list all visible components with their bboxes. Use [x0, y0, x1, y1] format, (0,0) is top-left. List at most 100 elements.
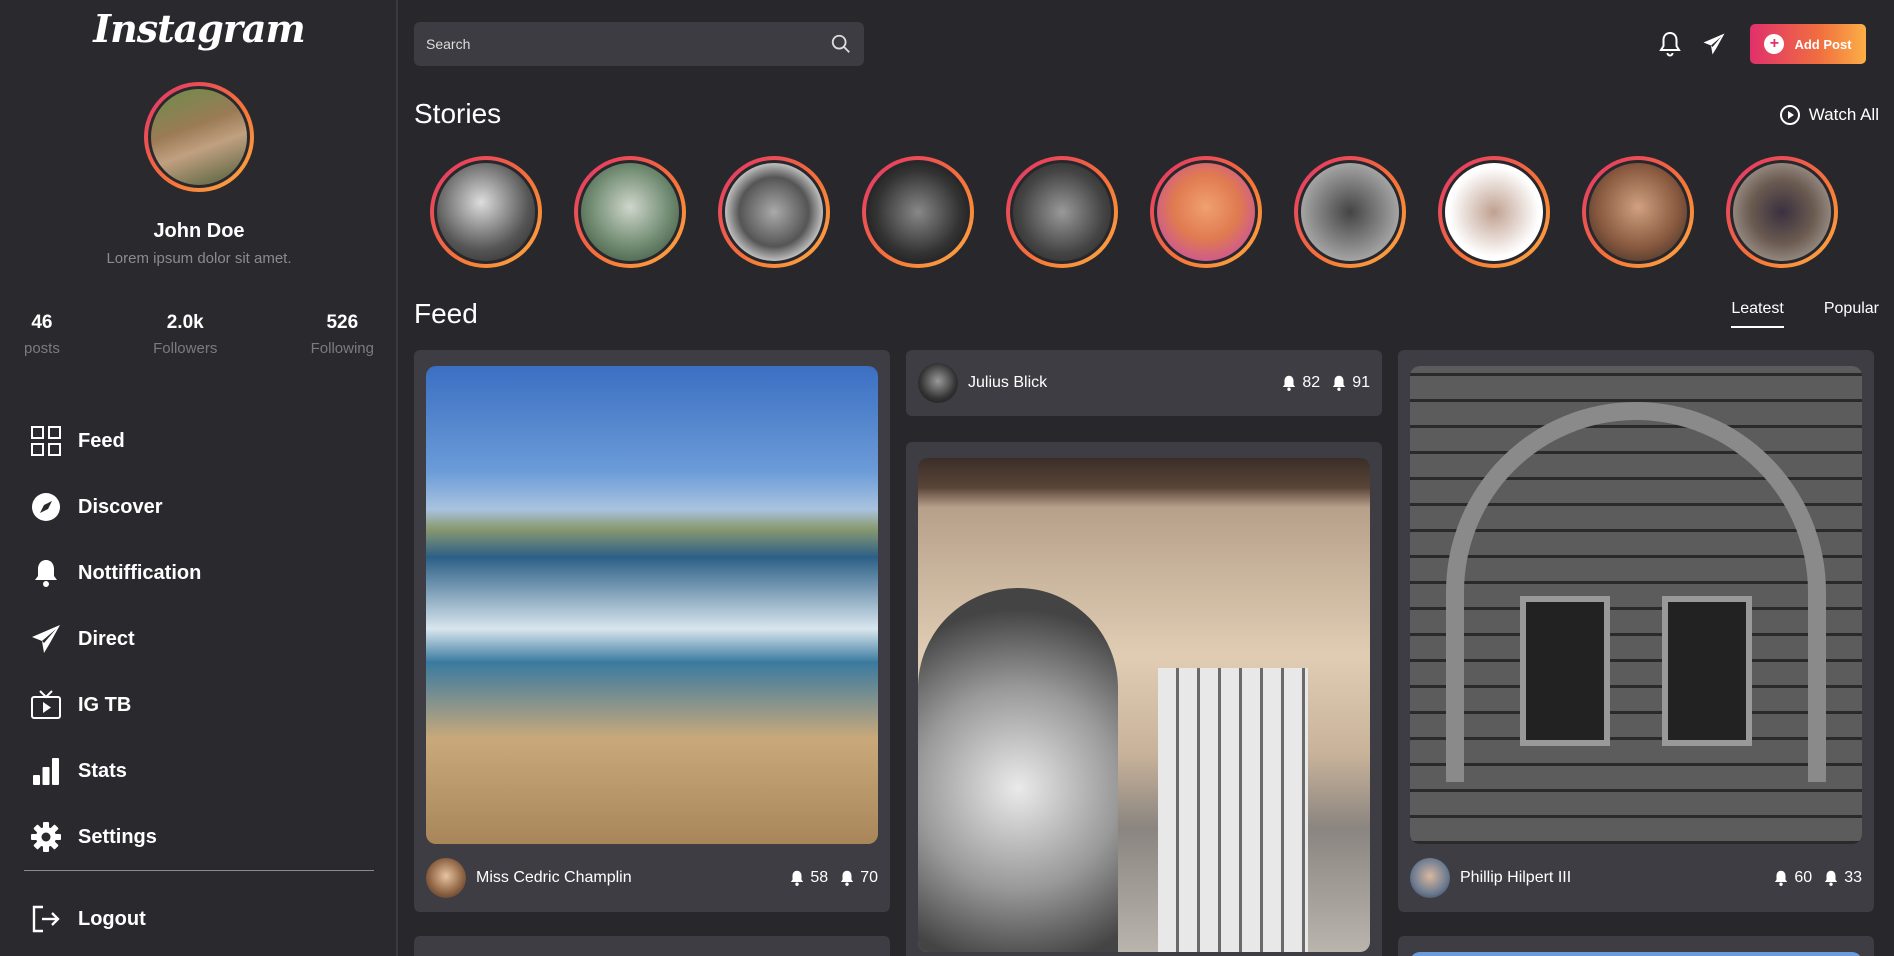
instagram-logo[interactable]: Instagram [0, 6, 398, 51]
post-footer: Miss Cedric Champlin 58 70 [426, 856, 878, 900]
story-avatar[interactable] [862, 156, 974, 268]
profile-stats: 46 posts 2.0k Followers 526 Following [0, 312, 398, 357]
sidebar-item-label: Nottiffication [78, 561, 202, 584]
stat-value: 526 [326, 312, 359, 333]
story-avatar[interactable] [430, 156, 542, 268]
bell-icon [1825, 870, 1838, 886]
feed-card[interactable]: Julius Blick 82 91 [906, 350, 1382, 416]
author-avatar[interactable] [918, 363, 958, 403]
post-image-wall[interactable] [918, 458, 1370, 952]
feed-card[interactable] [906, 442, 1382, 956]
plus-icon: + [1764, 34, 1785, 54]
watch-all-button[interactable]: Watch All [1779, 104, 1879, 126]
sidebar: Instagram John Doe Lorem ipsum dolor sit… [0, 0, 398, 956]
post-author[interactable]: Phillip Hilpert III [1460, 869, 1762, 887]
feed-card[interactable] [1398, 936, 1874, 956]
logout-label: Logout [78, 907, 146, 930]
bell-icon [841, 870, 854, 886]
play-circle-icon [1779, 105, 1800, 125]
post-image-partial[interactable] [1410, 952, 1862, 956]
sidebar-item-feed[interactable]: Feed [0, 408, 398, 474]
paper-plane-icon [32, 625, 60, 653]
comments-count[interactable]: 33 [1822, 869, 1862, 887]
post-footer: Phillip Hilpert III 60 33 [1410, 856, 1862, 900]
app-root: Instagram John Doe Lorem ipsum dolor sit… [0, 0, 1894, 956]
feed-card[interactable]: Miss Cedric Champlin 58 70 [414, 350, 890, 912]
profile-bio: Lorem ipsum dolor sit amet. [106, 250, 292, 267]
author-avatar[interactable] [1410, 858, 1450, 898]
add-post-label: Add Post [1794, 36, 1852, 52]
sidebar-item-direct[interactable]: Direct [0, 606, 398, 672]
bell-icon [35, 560, 57, 587]
stories-title: Stories [414, 98, 502, 129]
likes-value: 60 [1794, 869, 1813, 886]
post-image-building[interactable] [1410, 366, 1862, 844]
direct-button[interactable] [1694, 24, 1734, 64]
stat-label: Following [310, 340, 374, 357]
window-left [1520, 596, 1610, 746]
logout-button[interactable]: Logout [0, 886, 398, 952]
bell-icon [1283, 375, 1296, 391]
compass-icon [32, 493, 60, 521]
post-author[interactable]: Miss Cedric Champlin [476, 869, 778, 887]
search-bar [414, 22, 864, 66]
story-avatar[interactable] [718, 156, 830, 268]
sidebar-item-stats[interactable]: Stats [0, 738, 398, 804]
sidebar-item-label: Settings [78, 825, 157, 848]
arch [1446, 402, 1826, 782]
sidebar-item-notification[interactable]: Nottiffication [0, 540, 398, 606]
bell-icon [1333, 375, 1346, 391]
header-actions: + Add Post [1646, 24, 1866, 64]
story-avatar[interactable] [574, 156, 686, 268]
stat-posts[interactable]: 46 posts [24, 312, 60, 357]
bell-outline-icon [1659, 31, 1681, 57]
stat-value: 46 [31, 312, 53, 333]
story-avatar[interactable] [1006, 156, 1118, 268]
profile-name: John Doe [153, 220, 245, 242]
comments-value: 70 [860, 869, 878, 886]
sidebar-item-label: Feed [78, 429, 125, 452]
grid-icon [31, 426, 61, 456]
feed-card[interactable]: Phillip Hilpert III 60 33 [1398, 350, 1874, 912]
tab-latest[interactable]: Leatest [1731, 300, 1784, 328]
post-author[interactable]: Julius Blick [968, 374, 1270, 392]
profile-avatar[interactable] [144, 82, 254, 192]
bar-chart-icon [33, 758, 59, 785]
window-right [1662, 596, 1752, 746]
tab-popular[interactable]: Popular [1824, 300, 1879, 328]
search-input[interactable] [426, 36, 830, 52]
story-avatar[interactable] [1726, 156, 1838, 268]
story-avatar[interactable] [1150, 156, 1262, 268]
comments-count[interactable]: 70 [838, 869, 878, 887]
window-grille [1158, 668, 1308, 952]
search-icon[interactable] [830, 33, 852, 55]
story-avatar[interactable] [1438, 156, 1550, 268]
comments-count[interactable]: 91 [1330, 374, 1370, 392]
profile-avatar-image [148, 86, 250, 188]
stat-following[interactable]: 526 Following [311, 312, 374, 357]
feed-title: Feed [414, 298, 478, 329]
sidebar-nav: Feed Discover Nottiffication Direct IG T… [0, 408, 398, 870]
likes-count[interactable]: 60 [1772, 869, 1812, 887]
notifications-button[interactable] [1650, 24, 1690, 64]
likes-value: 58 [810, 869, 829, 886]
likes-count[interactable]: 58 [788, 869, 828, 887]
sidebar-item-label: Stats [78, 759, 127, 782]
story-avatar[interactable] [1294, 156, 1406, 268]
story-avatar[interactable] [1582, 156, 1694, 268]
bell-icon [791, 870, 804, 886]
author-avatar[interactable] [426, 858, 466, 898]
watch-all-label: Watch All [1808, 105, 1879, 124]
sidebar-item-discover[interactable]: Discover [0, 474, 398, 540]
sidebar-item-igtv[interactable]: IG TB [0, 672, 398, 738]
sidebar-item-settings[interactable]: Settings [0, 804, 398, 870]
logout-area: Logout [0, 886, 398, 952]
post-image-beach[interactable] [426, 366, 878, 844]
add-post-button[interactable]: + Add Post [1750, 24, 1866, 64]
logout-icon [32, 905, 60, 933]
sidebar-item-label: IG TB [78, 693, 132, 716]
stat-followers[interactable]: 2.0k Followers [153, 312, 217, 357]
likes-value: 82 [1302, 374, 1321, 391]
feed-card[interactable] [414, 936, 890, 956]
likes-count[interactable]: 82 [1280, 374, 1320, 392]
